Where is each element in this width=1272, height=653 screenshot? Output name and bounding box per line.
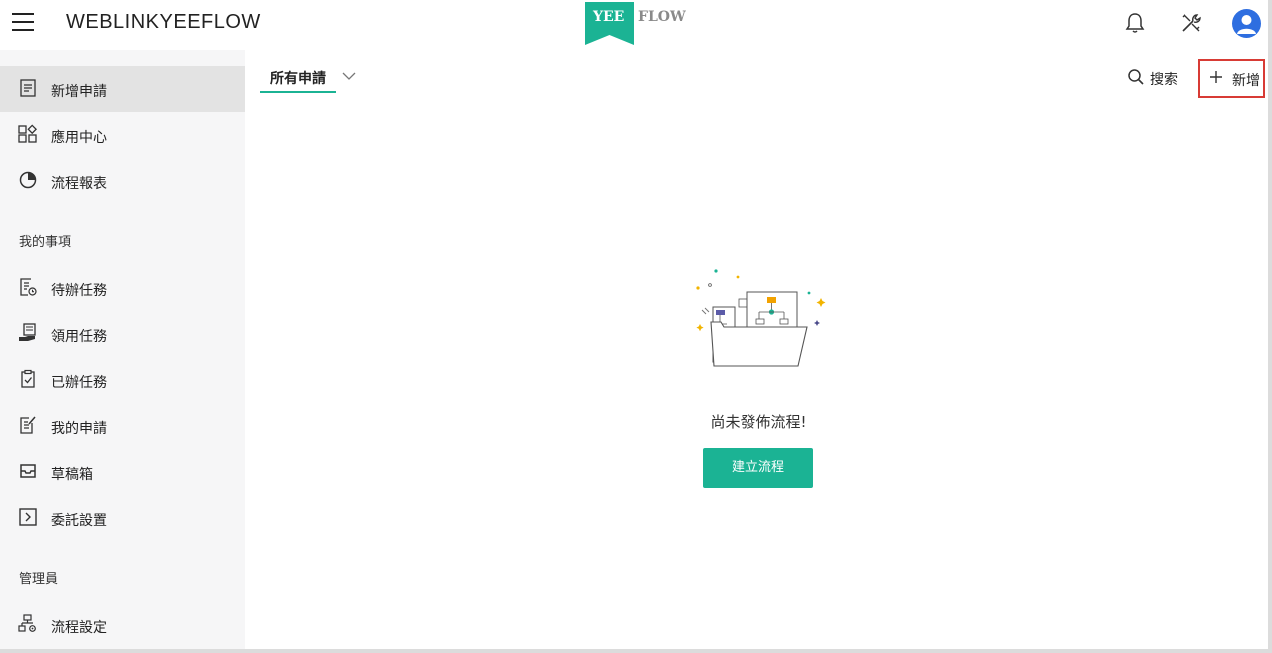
sidebar-item-label: 已辦任務: [51, 375, 107, 391]
sidebar-item-flow-settings[interactable]: 流程設定: [0, 602, 245, 648]
sidebar-item-label: 流程設定: [51, 620, 107, 636]
logo-text-flow: FLOW: [638, 9, 686, 25]
sidebar-item-label: 流程報表: [51, 176, 107, 192]
sidebar-item-label: 待辦任務: [51, 283, 107, 299]
top-bar: WEBLINKYEEFLOW YEE FLOW: [0, 0, 1272, 50]
sidebar-item-label: 草稿箱: [51, 467, 93, 483]
flow-settings-icon: [18, 614, 36, 632]
menu-icon[interactable]: [12, 13, 34, 31]
plus-icon: [1210, 71, 1222, 83]
empty-state-text: 尚未發佈流程!: [710, 413, 807, 431]
sidebar-item-label: 應用中心: [51, 130, 107, 146]
todo-icon: [20, 278, 37, 296]
sidebar-item-claim[interactable]: 領用任務: [0, 311, 245, 357]
sidebar: 新增申請 應用中心 流程報表 我的事項 待辦任務 領用任務 已辦任務 我的申請 …: [0, 50, 245, 653]
section-admin: 管理員: [19, 572, 59, 587]
sidebar-item-done[interactable]: 已辦任務: [0, 357, 245, 403]
tools-icon[interactable]: [1179, 11, 1203, 35]
sidebar-item-flow-report[interactable]: 流程報表: [0, 158, 245, 204]
form-icon: [20, 79, 36, 97]
search-label: 搜索: [1150, 72, 1178, 88]
sidebar-item-delegate[interactable]: 委託設置: [0, 495, 245, 541]
search-icon: [1128, 69, 1144, 85]
create-flow-button[interactable]: 建立流程: [703, 448, 813, 488]
delegate-icon: [19, 508, 37, 526]
my-request-icon: [20, 416, 36, 434]
sidebar-item-app-center[interactable]: 應用中心: [0, 112, 245, 158]
main-content: 所有申請 搜索 新增 尚未發佈流程! 建立流程: [245, 50, 1272, 653]
user-avatar-icon[interactable]: [1232, 9, 1261, 38]
app-window: WEBLINKYEEFLOW YEE FLOW 新增申請 應用中心 流程報表 我…: [0, 0, 1272, 653]
inbox-icon: [20, 464, 36, 478]
sidebar-item-label: 我的申請: [51, 421, 107, 437]
add-button[interactable]: 新增: [1198, 59, 1265, 98]
sidebar-item-label: 領用任務: [51, 329, 107, 345]
sidebar-item-new-request[interactable]: 新增申請: [0, 66, 245, 112]
pie-chart-icon: [19, 171, 37, 189]
add-label: 新增: [1232, 73, 1260, 89]
yeeflow-logo: YEE FLOW: [585, 2, 695, 46]
done-icon: [21, 369, 35, 388]
tab-underline: [260, 91, 336, 93]
sidebar-item-todo[interactable]: 待辦任務: [0, 265, 245, 311]
sidebar-item-drafts[interactable]: 草稿箱: [0, 449, 245, 495]
apps-icon: [18, 124, 38, 143]
sidebar-item-label: 新增申請: [51, 84, 107, 100]
sidebar-item-label: 委託設置: [51, 513, 107, 529]
tab-label: 所有申請: [270, 71, 326, 87]
bell-icon[interactable]: [1123, 11, 1147, 35]
app-title: WEBLINKYEEFLOW: [66, 11, 261, 33]
section-my-items: 我的事項: [19, 235, 72, 250]
empty-folder-illustration: [696, 269, 826, 367]
logo-text-yee: YEE: [593, 9, 625, 25]
window-edge-bottom: [0, 649, 1272, 653]
chevron-down-icon[interactable]: [342, 71, 356, 81]
window-edge-right: [1268, 0, 1272, 653]
claim-icon: [19, 323, 36, 341]
sidebar-item-my-request[interactable]: 我的申請: [0, 403, 245, 449]
